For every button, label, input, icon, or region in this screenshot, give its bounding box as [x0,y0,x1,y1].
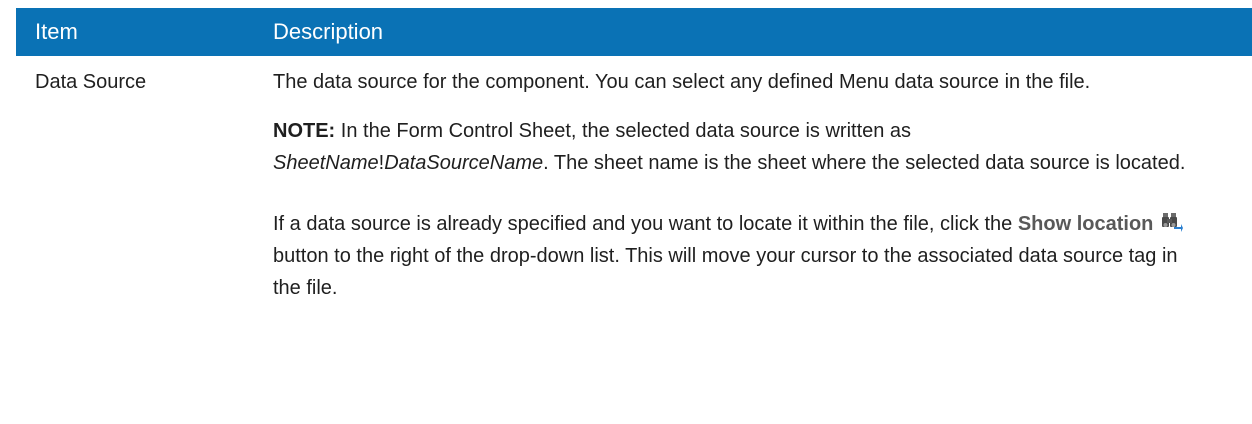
para3-text-a: If a data source is already specified an… [273,213,1018,235]
note-text-a: In the Form Control Sheet, the selected … [335,120,912,142]
header-item: Item [35,19,78,44]
binoculars-icon [1161,210,1183,232]
data-source-name-term: DataSourceName [384,152,544,174]
para3-text-b: button to the right of the drop-down lis… [273,245,1178,299]
header-description: Description [273,19,384,44]
note-label: NOTE: [273,120,336,142]
table-header-row: Item Description [16,8,1252,56]
row-item-label: Data Source [35,71,147,93]
parameter-table: Item Description Data Source The data so… [16,8,1252,321]
sheet-name-term: SheetName [273,152,379,174]
show-location-label: Show location [1017,213,1154,235]
note-paragraph: NOTE: In the Form Control Sheet, the sel… [273,115,1192,179]
description-paragraph: The data source for the component. You c… [273,71,1091,93]
show-location-paragraph: If a data source is already specified an… [273,208,1192,304]
row-description: The data source for the component. You c… [273,56,1252,321]
table-row: Data Source The data source for the comp… [16,56,1252,321]
note-text-b: . The sheet name is the sheet where the … [543,152,1186,174]
